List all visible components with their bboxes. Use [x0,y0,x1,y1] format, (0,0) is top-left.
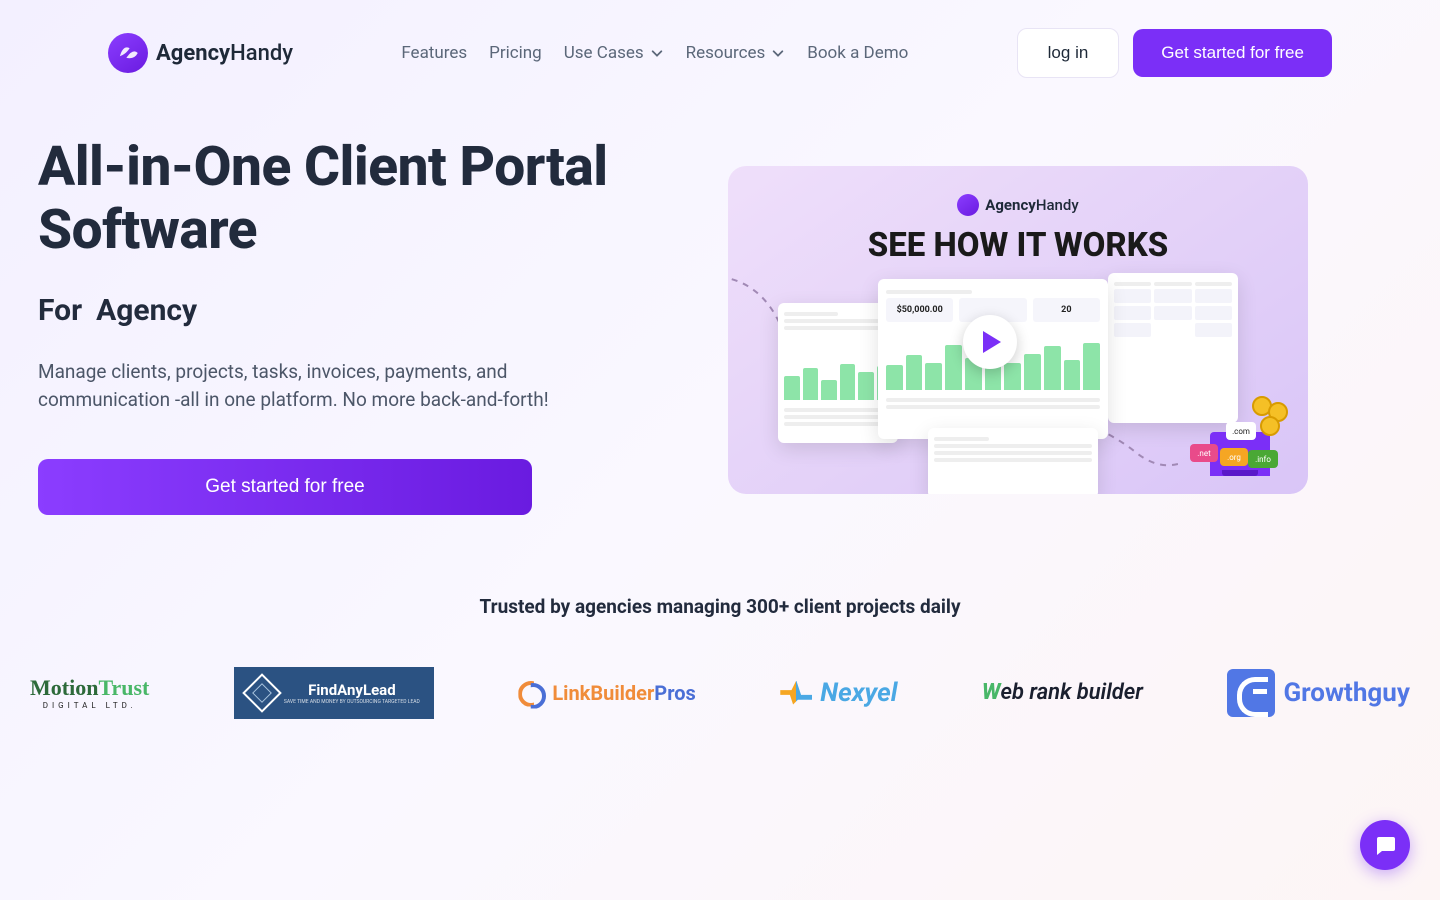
nav-resources[interactable]: Resources [686,43,786,63]
get-started-hero-button[interactable]: Get started for free [38,459,532,515]
client-logo-findanylead: FindAnyLead SAVE TIME AND MONEY BY OUTSO… [234,668,434,718]
brand-logo-text: AgencyHandy [156,41,293,66]
client-logos-row: MotionTrust DIGITAL LTD. FindAnyLead SAV… [30,668,1410,718]
video-brand-logo-icon [957,194,979,216]
play-icon [983,331,1001,353]
play-video-button[interactable] [963,315,1017,369]
client-logo-growthguy: Growthguy [1227,668,1410,718]
hero-title: All-in-One Client Portal Software [38,136,678,263]
chat-icon [1373,833,1397,857]
trusted-by-section: Trusted by agencies managing 300+ client… [0,595,1440,718]
mock-list-panel [928,428,1098,494]
hero-description: Manage clients, projects, tasks, invoice… [38,358,628,415]
nav-book-demo[interactable]: Book a Demo [807,43,908,63]
hero-subtitle: ForAgency [38,293,678,328]
chat-launcher-button[interactable] [1360,820,1410,870]
client-logo-linkbuilderpros: LinkBuilderPros [518,668,695,718]
primary-nav: Features Pricing Use Cases Resources Boo… [401,43,908,63]
nav-pricing[interactable]: Pricing [489,43,542,63]
login-button[interactable]: log in [1017,28,1120,78]
chevron-down-icon [650,46,664,60]
brand-logo[interactable]: AgencyHandy [108,33,293,73]
nav-features[interactable]: Features [401,43,467,63]
product-video-card[interactable]: AgencyHandy SEE HOW IT WORKS [728,166,1308,494]
site-header: AgencyHandy Features Pricing Use Cases R… [0,0,1440,106]
client-logo-nexyel: Nexyel [780,668,897,718]
get-started-header-button[interactable]: Get started for free [1133,29,1332,77]
trusted-title: Trusted by agencies managing 300+ client… [30,595,1410,618]
header-actions: log in Get started for free [1017,28,1332,78]
video-headline: SEE HOW IT WORKS [768,226,1268,265]
domain-illustration: .net .org .info .com [1190,396,1290,476]
brand-logo-icon [108,33,148,73]
client-logo-webrankbuilder: Web rank builder [982,668,1143,718]
chevron-down-icon [771,46,785,60]
nav-use-cases[interactable]: Use Cases [564,43,664,63]
hero-section: All-in-One Client Portal Software ForAge… [0,106,1440,515]
client-logo-motiontrust: MotionTrust DIGITAL LTD. [30,668,149,718]
video-brand-logo: AgencyHandy [768,194,1268,216]
